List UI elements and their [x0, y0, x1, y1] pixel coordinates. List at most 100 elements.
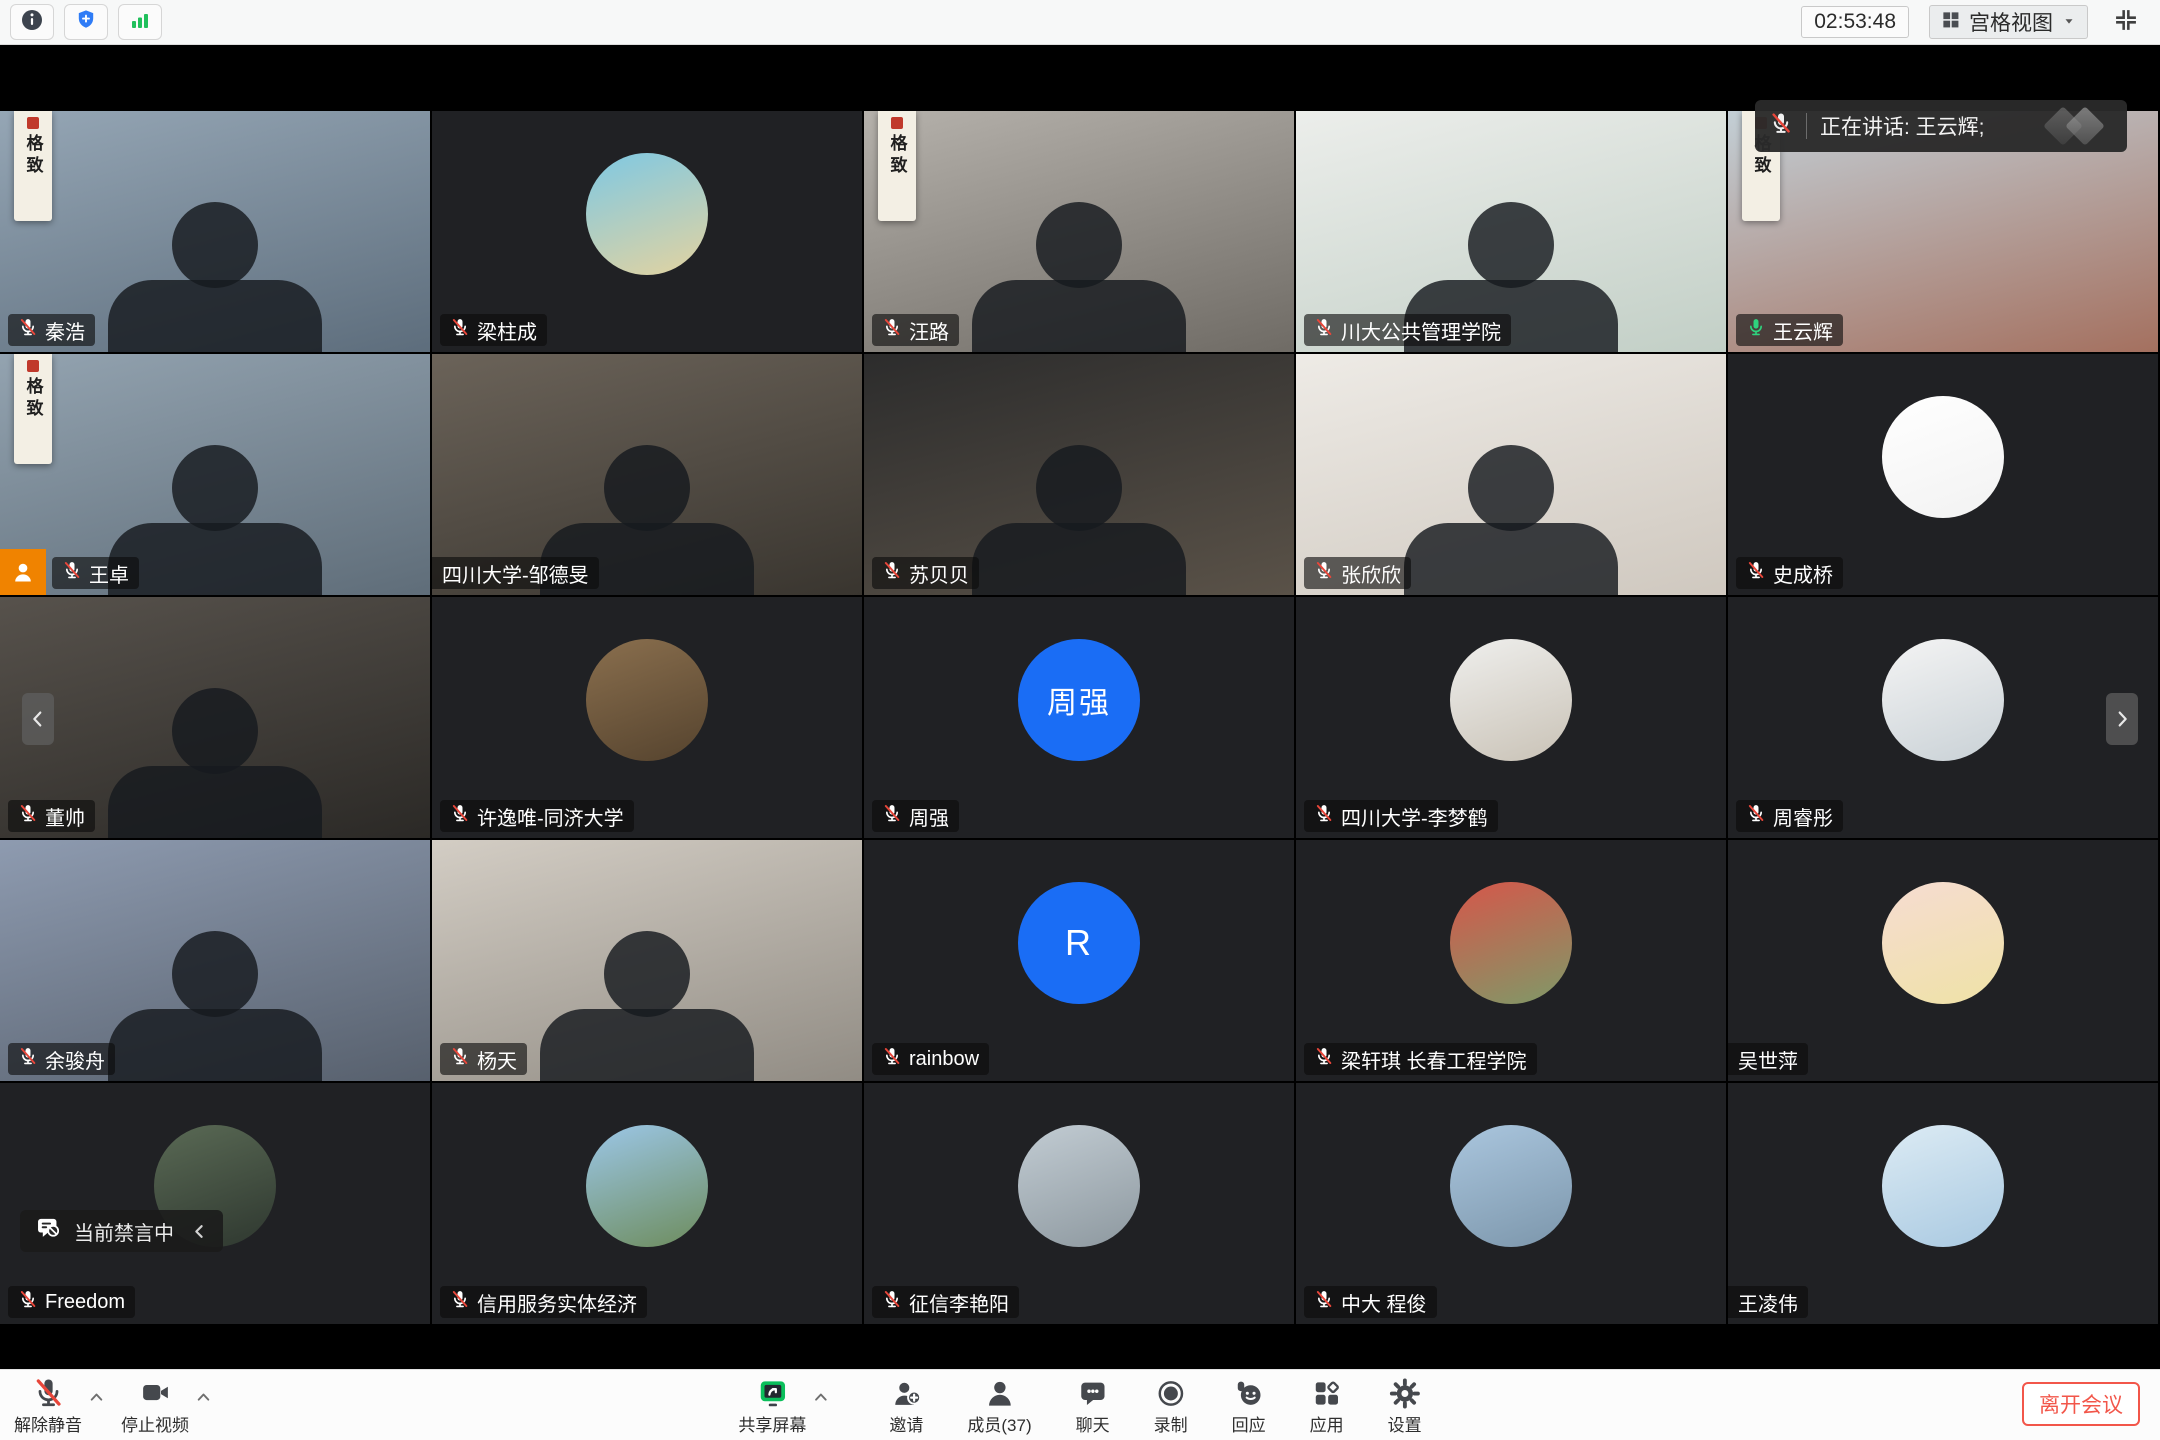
stop-video-options-chevron[interactable] — [195, 1389, 212, 1406]
participant-name: 四川大学-邹德旻 — [442, 559, 589, 588]
participant-tile[interactable]: 张欣欣 — [1296, 354, 1726, 595]
participant-tile[interactable]: 格致 汪路 — [864, 111, 1294, 352]
mic-muted-icon — [1746, 560, 1766, 586]
participant-name: rainbow — [909, 1048, 979, 1071]
participant-name-label: 王云辉 — [1736, 314, 1843, 346]
participant-name: 张欣欣 — [1341, 559, 1401, 588]
meeting-toolbar: 解除静音 停止视频 共享屏幕 邀请 成员(37) 聊天 录制 回应 应用 设置 — [0, 1369, 2160, 1440]
person-icon — [10, 559, 36, 585]
participant-name-label: 四川大学-李梦鹤 — [1304, 800, 1498, 832]
participant-name-label: 周强 — [872, 800, 959, 832]
members-label: 成员(37) — [967, 1411, 1031, 1436]
exit-fullscreen-button[interactable] — [2108, 4, 2144, 40]
participant-name-label: 王凌伟 — [1728, 1286, 1808, 1318]
leave-meeting-button[interactable]: 离开会议 — [2022, 1382, 2140, 1426]
mic-muted-icon — [450, 317, 470, 343]
participant-tile[interactable]: 征信李艳阳 — [864, 1083, 1294, 1324]
participant-tile[interactable]: 中大 程俊 — [1296, 1083, 1726, 1324]
participant-tile[interactable]: 信用服务实体经济 — [432, 1083, 862, 1324]
mic-muted-icon — [1314, 1046, 1334, 1072]
participant-name-label: 史成桥 — [1736, 557, 1843, 589]
chevron-left-icon[interactable] — [191, 1223, 208, 1240]
participant-name: 四川大学-李梦鹤 — [1341, 802, 1488, 831]
settings-label: 设置 — [1388, 1411, 1422, 1436]
unmute-button[interactable]: 解除静音 — [14, 1375, 82, 1436]
participant-name: 董帅 — [45, 802, 85, 831]
poster-text: 格致 — [885, 134, 910, 178]
participant-name-label: 吴世萍 — [1728, 1043, 1808, 1075]
participant-name: 信用服务实体经济 — [477, 1288, 637, 1317]
participant-tile[interactable]: 格致 秦浩 — [0, 111, 430, 352]
avatar — [1882, 396, 2004, 518]
grid-page-next-button[interactable] — [2106, 693, 2138, 745]
participant-name: 吴世萍 — [1738, 1045, 1798, 1074]
poster-text: 格致 — [21, 134, 46, 178]
participant-tile[interactable]: 王凌伟 — [1728, 1083, 2158, 1324]
chat-muted-banner-text: 当前禁言中 — [74, 1217, 174, 1246]
participant-tile[interactable]: 梁轩琪 长春工程学院 — [1296, 840, 1726, 1081]
view-mode-button[interactable]: 宫格视图 — [1929, 5, 2088, 39]
participant-tile[interactable]: 周睿彤 — [1728, 597, 2158, 838]
avatar-initials: R — [1018, 882, 1140, 1004]
participant-tile[interactable]: 四川大学-邹德旻 — [432, 354, 862, 595]
mic-muted-icon — [1314, 1289, 1334, 1315]
unmute-options-chevron[interactable] — [88, 1389, 105, 1406]
apps-button[interactable]: 应用 — [1310, 1375, 1344, 1436]
participant-name: 秦浩 — [45, 316, 85, 345]
participant-name-label: Freedom — [8, 1286, 135, 1318]
participant-tile[interactable]: 董帅 — [0, 597, 430, 838]
participant-tile[interactable]: 吴世萍 — [1728, 840, 2158, 1081]
unmute-label: 解除静音 — [14, 1411, 82, 1436]
participant-name-label: rainbow — [872, 1043, 989, 1075]
share-screen-button[interactable]: 共享屏幕 — [738, 1375, 806, 1436]
participant-tile[interactable]: R rainbow — [864, 840, 1294, 1081]
participant-tile[interactable]: 史成桥 — [1728, 354, 2158, 595]
participant-tile[interactable]: Freedom — [0, 1083, 430, 1324]
participant-name: 史成桥 — [1773, 559, 1833, 588]
speaking-toast: 正在讲话: 王云辉; — [1755, 100, 2127, 152]
participant-tile[interactable]: 许逸唯-同济大学 — [432, 597, 862, 838]
participant-tile[interactable]: 杨天 — [432, 840, 862, 1081]
participant-name: 征信李艳阳 — [909, 1288, 1009, 1317]
participant-name-label: 川大公共管理学院 — [1304, 314, 1511, 346]
scroll-poster: 格致 — [14, 111, 52, 221]
participant-name: 王卓 — [89, 559, 129, 588]
react-button[interactable]: 回应 — [1232, 1375, 1266, 1436]
meeting-info-button[interactable] — [10, 4, 54, 40]
participant-name: 许逸唯-同济大学 — [477, 802, 624, 831]
invite-button[interactable]: 邀请 — [889, 1375, 923, 1436]
mic-muted-icon — [1314, 317, 1334, 343]
settings-button[interactable]: 设置 — [1388, 1375, 1422, 1436]
participant-name-label: 汪路 — [872, 314, 959, 346]
invite-icon — [891, 1375, 922, 1409]
participant-name: 苏贝贝 — [909, 559, 969, 588]
participant-name: 余骏舟 — [45, 1045, 105, 1074]
grid-page-previous-button[interactable] — [22, 693, 54, 745]
participant-tile[interactable]: 四川大学-李梦鹤 — [1296, 597, 1726, 838]
mic-active-icon — [1746, 317, 1766, 343]
participant-tile[interactable]: 余骏舟 — [0, 840, 430, 1081]
network-quality-button[interactable] — [118, 4, 162, 40]
participant-tile[interactable]: 川大公共管理学院 — [1296, 111, 1726, 352]
participant-tile[interactable]: 梁柱成 — [432, 111, 862, 352]
participant-tile[interactable]: 格致 王卓 — [0, 354, 430, 595]
mic-muted-icon — [450, 803, 470, 829]
participant-name-label: 董帅 — [8, 800, 95, 832]
participant-name: 梁轩琪 长春工程学院 — [1341, 1045, 1527, 1074]
security-shield-button[interactable] — [64, 4, 108, 40]
mic-muted-icon — [1746, 803, 1766, 829]
person-silhouette — [105, 202, 325, 352]
invite-label: 邀请 — [889, 1411, 923, 1436]
avatar — [1882, 639, 2004, 761]
participant-tile[interactable]: 周强 周强 — [864, 597, 1294, 838]
participant-name-label: 征信李艳阳 — [872, 1286, 1019, 1318]
record-button[interactable]: 录制 — [1154, 1375, 1188, 1436]
participant-name-label: 杨天 — [440, 1043, 527, 1075]
stop-video-button[interactable]: 停止视频 — [121, 1375, 189, 1436]
mic-muted-icon — [1314, 560, 1334, 586]
chat-button[interactable]: 聊天 — [1076, 1375, 1110, 1436]
avatar — [1450, 882, 1572, 1004]
participant-tile[interactable]: 苏贝贝 — [864, 354, 1294, 595]
members-button[interactable]: 成员(37) — [967, 1375, 1031, 1436]
share-screen-options-chevron[interactable] — [812, 1389, 829, 1406]
